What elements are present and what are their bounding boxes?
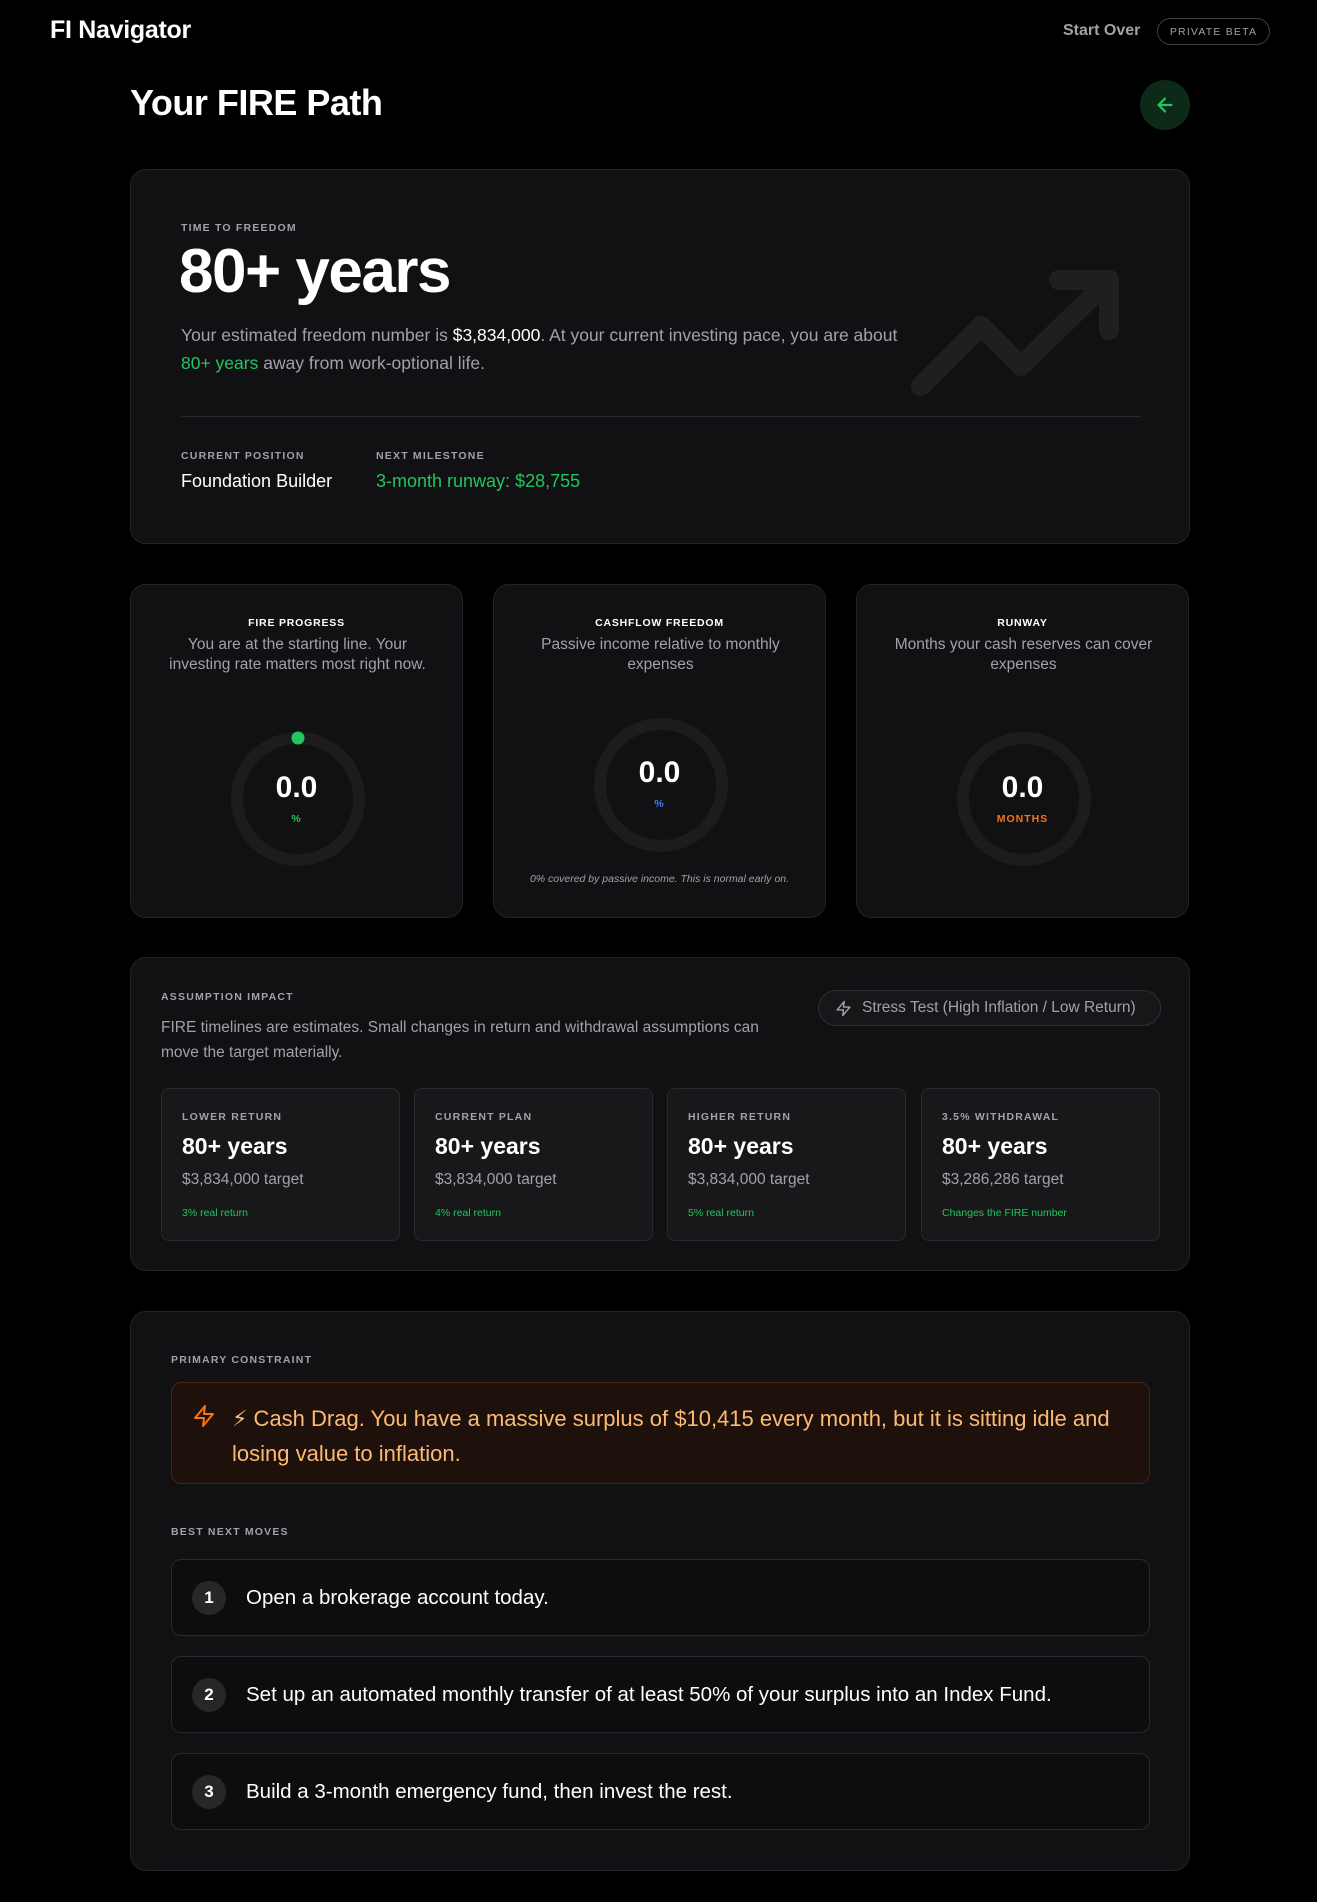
time-to-freedom-value: 80+ years <box>179 237 451 306</box>
scenario-note: Changes the FIRE number <box>942 1207 1067 1219</box>
best-next-moves-label: BEST NEXT MOVES <box>171 1526 289 1538</box>
freedom-years-inline: 80+ years <box>181 353 259 373</box>
arrow-left-icon <box>1157 97 1173 113</box>
assumption-impact-card: ASSUMPTION IMPACT FIRE timelines are est… <box>130 957 1190 1271</box>
scenario-label: 3.5% WITHDRAWAL <box>942 1111 1060 1123</box>
constraint-alert-text: ⚡ Cash Drag. You have a massive surplus … <box>232 1406 1110 1466</box>
private-beta-badge: PRIVATE BETA <box>1157 18 1270 45</box>
freedom-desc-part-1: Your estimated freedom number is <box>181 325 453 345</box>
cashflow-freedom-note: 0% covered by passive income. This is no… <box>529 873 790 885</box>
scenario-note: 3% real return <box>182 1207 248 1219</box>
start-over-link[interactable]: Start Over <box>1063 22 1140 40</box>
next-move-item[interactable]: 1 Open a brokerage account today. <box>171 1559 1150 1636</box>
scenario-withdrawal: 3.5% WITHDRAWAL 80+ years $3,286,286 tar… <box>921 1088 1160 1241</box>
back-button[interactable] <box>1140 80 1190 130</box>
scenario-label: HIGHER RETURN <box>688 1111 792 1123</box>
move-number-badge: 2 <box>192 1678 226 1712</box>
primary-constraint-card: PRIMARY CONSTRAINT ⚡ Cash Drag. You have… <box>130 1311 1190 1871</box>
runway-value: 0.0 <box>1001 771 1044 804</box>
freedom-desc-part-2: . At your current investing pace, you ar… <box>540 325 898 345</box>
primary-constraint-label: PRIMARY CONSTRAINT <box>171 1354 313 1366</box>
fire-progress-title: FIRE PROGRESS <box>248 617 345 629</box>
next-milestone-label: NEXT MILESTONE <box>376 450 485 462</box>
top-nav: FI Navigator Start Over PRIVATE BETA <box>0 0 1317 62</box>
page-title: Your FIRE Path <box>130 82 383 123</box>
scenario-label: CURRENT PLAN <box>435 1111 533 1123</box>
assumption-impact-desc: FIRE timelines are estimates. Small chan… <box>161 1019 759 1061</box>
brand-logo[interactable]: FI Navigator <box>50 16 191 45</box>
move-text: Set up an automated monthly transfer of … <box>246 1683 1052 1706</box>
current-position-value: Foundation Builder <box>181 471 333 491</box>
fire-progress-ring-marker <box>291 731 305 745</box>
assumption-impact-label: ASSUMPTION IMPACT <box>161 991 294 1003</box>
stress-test-button[interactable]: Stress Test (High Inflation / Low Return… <box>818 990 1161 1026</box>
next-milestone-value: 3-month runway: $28,755 <box>376 471 581 491</box>
scenario-current-plan: CURRENT PLAN 80+ years $3,834,000 target… <box>414 1088 653 1241</box>
scenario-lower-return: LOWER RETURN 80+ years $3,834,000 target… <box>161 1088 400 1241</box>
runway-subtitle: Months your cash reserves can cover expe… <box>894 636 1153 673</box>
scenario-higher-return: HIGHER RETURN 80+ years $3,834,000 targe… <box>667 1088 906 1241</box>
move-text: Open a brokerage account today. <box>246 1586 549 1609</box>
zap-icon <box>836 1000 851 1016</box>
move-number-badge: 3 <box>192 1775 226 1809</box>
hero-divider <box>181 416 1141 417</box>
next-move-item[interactable]: 3 Build a 3-month emergency fund, then i… <box>171 1753 1150 1830</box>
move-text: Build a 3-month emergency fund, then inv… <box>246 1780 733 1803</box>
fire-progress-value: 0.0 <box>275 771 318 804</box>
next-move-item[interactable]: 2 Set up an automated monthly transfer o… <box>171 1656 1150 1733</box>
runway-title: RUNWAY <box>997 617 1048 629</box>
cashflow-freedom-subtitle: Passive income relative to monthly expen… <box>541 636 780 673</box>
current-position-label: CURRENT POSITION <box>181 450 305 462</box>
stress-test-label: Stress Test (High Inflation / Low Return… <box>862 999 1136 1016</box>
scenario-target: $3,834,000 target <box>688 1171 810 1188</box>
cashflow-freedom-unit: % <box>654 798 665 810</box>
scenario-years: 80+ years <box>688 1133 794 1159</box>
move-number-badge: 1 <box>192 1581 226 1615</box>
scenario-note: 5% real return <box>688 1207 754 1219</box>
cashflow-freedom-title: CASHFLOW FREEDOM <box>595 617 724 629</box>
fire-progress-card: FIRE PROGRESS You are at the starting li… <box>130 584 463 918</box>
freedom-description: Your estimated freedom number is $3,834,… <box>181 321 921 377</box>
time-to-freedom-card: TIME TO FREEDOM 80+ years Your estimated… <box>130 169 1190 544</box>
scenario-note: 4% real return <box>435 1207 501 1219</box>
runway-card: RUNWAY Months your cash reserves can cov… <box>856 584 1189 918</box>
zap-icon <box>194 1405 214 1427</box>
time-to-freedom-label: TIME TO FREEDOM <box>181 222 297 234</box>
freedom-desc-part-3: away from work-optional life. <box>258 353 485 373</box>
scenario-years: 80+ years <box>435 1133 541 1159</box>
scenario-target: $3,286,286 target <box>942 1171 1064 1188</box>
scenario-target: $3,834,000 target <box>435 1171 557 1188</box>
cashflow-freedom-value: 0.0 <box>638 756 681 789</box>
cashflow-freedom-card: CASHFLOW FREEDOM Passive income relative… <box>493 584 826 918</box>
freedom-number: $3,834,000 <box>452 325 541 345</box>
runway-unit: MONTHS <box>996 813 1049 825</box>
fire-progress-subtitle: You are at the starting line. Your inves… <box>169 636 426 673</box>
scenario-years: 80+ years <box>942 1133 1048 1159</box>
scenario-target: $3,834,000 target <box>182 1171 304 1188</box>
fire-progress-unit: % <box>291 813 302 825</box>
trending-up-icon <box>911 270 1119 396</box>
scenario-years: 80+ years <box>182 1133 288 1159</box>
constraint-alert: ⚡ Cash Drag. You have a massive surplus … <box>171 1382 1150 1484</box>
scenario-label: LOWER RETURN <box>182 1111 283 1123</box>
